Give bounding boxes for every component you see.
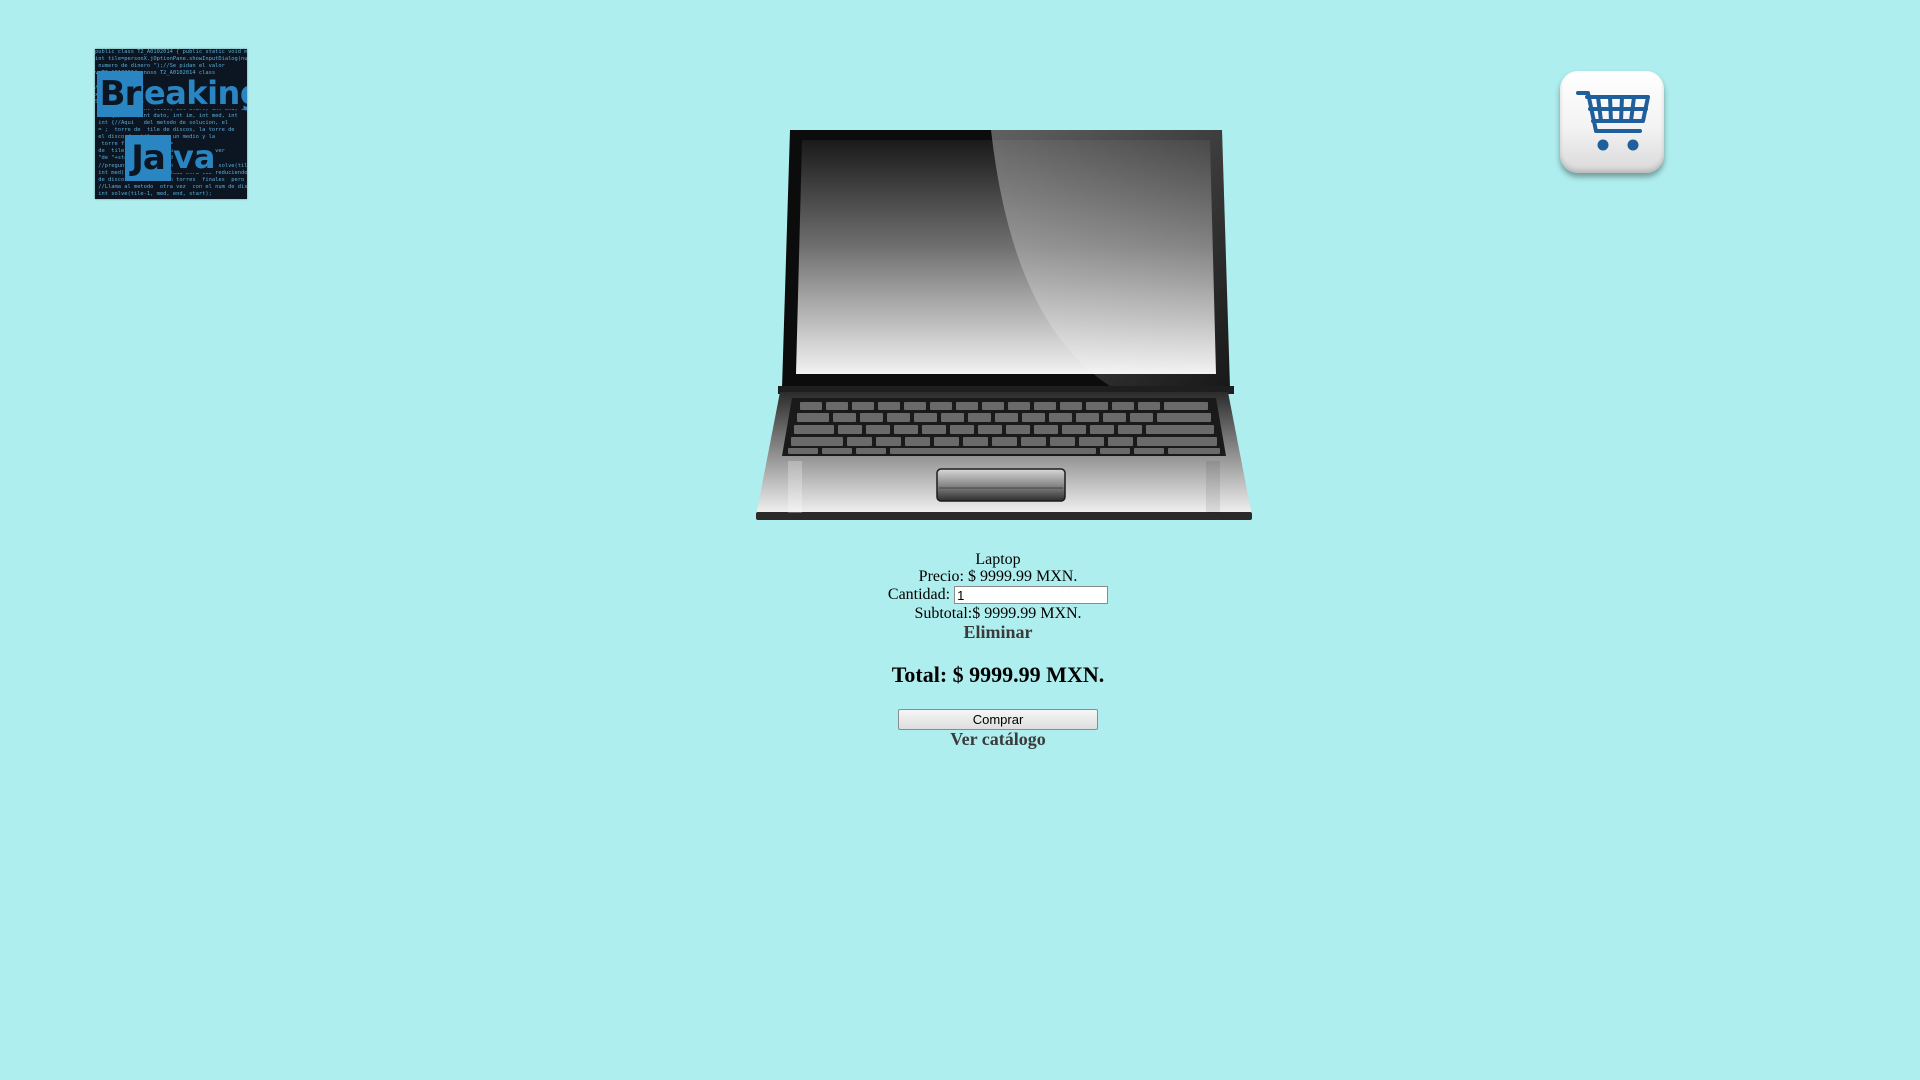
logo-tile-br: Br [97, 71, 143, 117]
laptop-product-image [748, 126, 1260, 522]
buy-button[interactable]: Comprar [898, 709, 1098, 730]
cart-item: Laptop Precio: $ 9999.99 MXN. Cantidad: … [0, 551, 1920, 643]
product-name: Laptop [975, 551, 1021, 568]
logo-word-va: va [173, 138, 216, 176]
quantity-label: Cantidad: [887, 586, 951, 603]
shopping-cart-button[interactable] [1560, 71, 1664, 173]
quantity-row: Cantidad: [0, 586, 1920, 605]
subtotal: Subtotal:$ 9999.99 MXN. [914, 605, 1082, 623]
logo-tile-ja: Ja [125, 135, 171, 181]
logo-word-eaking: eaking [144, 77, 247, 109]
cart-page: public class T2_A0102014 { public static… [0, 0, 1920, 1080]
delete-link[interactable]: Eliminar [963, 622, 1032, 643]
quantity-input[interactable] [954, 586, 1109, 605]
laptop-image [756, 130, 1252, 520]
view-catalog-link[interactable]: Ver catálogo [0, 729, 1920, 750]
breaking-java-logo[interactable]: public class T2_A0102014 { public static… [95, 49, 247, 199]
shopping-cart-icon [1576, 91, 1650, 151]
total-amount: Total: $ 9999.99 MXN. [891, 662, 1105, 687]
product-price: Precio: $ 9999.99 MXN. [918, 568, 1078, 585]
